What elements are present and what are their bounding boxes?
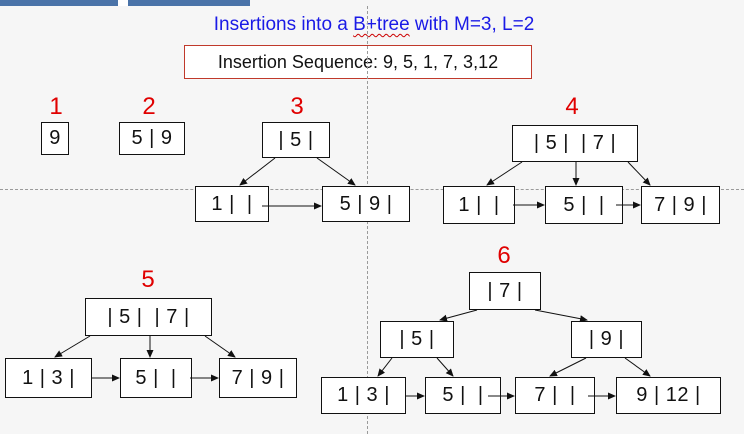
slide-canvas: Insertions into a B+tree with M=3, L=2 I…: [0, 0, 744, 434]
arrow-s4-root-to-leaf-a: [486, 161, 523, 186]
arrow-s6-root-to-inner-a: [439, 309, 478, 322]
arrow-s6-inner-a-to-leaf-b: [436, 357, 454, 377]
arrow-s6-inner-a-to-leaf-a: [377, 357, 393, 377]
tree-arrows: [54, 157, 651, 400]
arrow-s3-root-to-leaf-a: [239, 157, 276, 186]
arrow-s6-inner-b-to-leaf-d: [624, 357, 651, 377]
arrow-s6-inner-b-to-leaf-c: [549, 357, 587, 377]
arrow-s4-root-to-leaf-c: [627, 161, 651, 186]
arrow-s5-root-to-leaf-c: [204, 335, 236, 358]
arrow-s3-root-to-leaf-b: [316, 157, 356, 186]
arrow-s5-root-to-leaf-a: [54, 335, 91, 358]
arrow-s6-root-to-inner-b: [534, 309, 588, 323]
